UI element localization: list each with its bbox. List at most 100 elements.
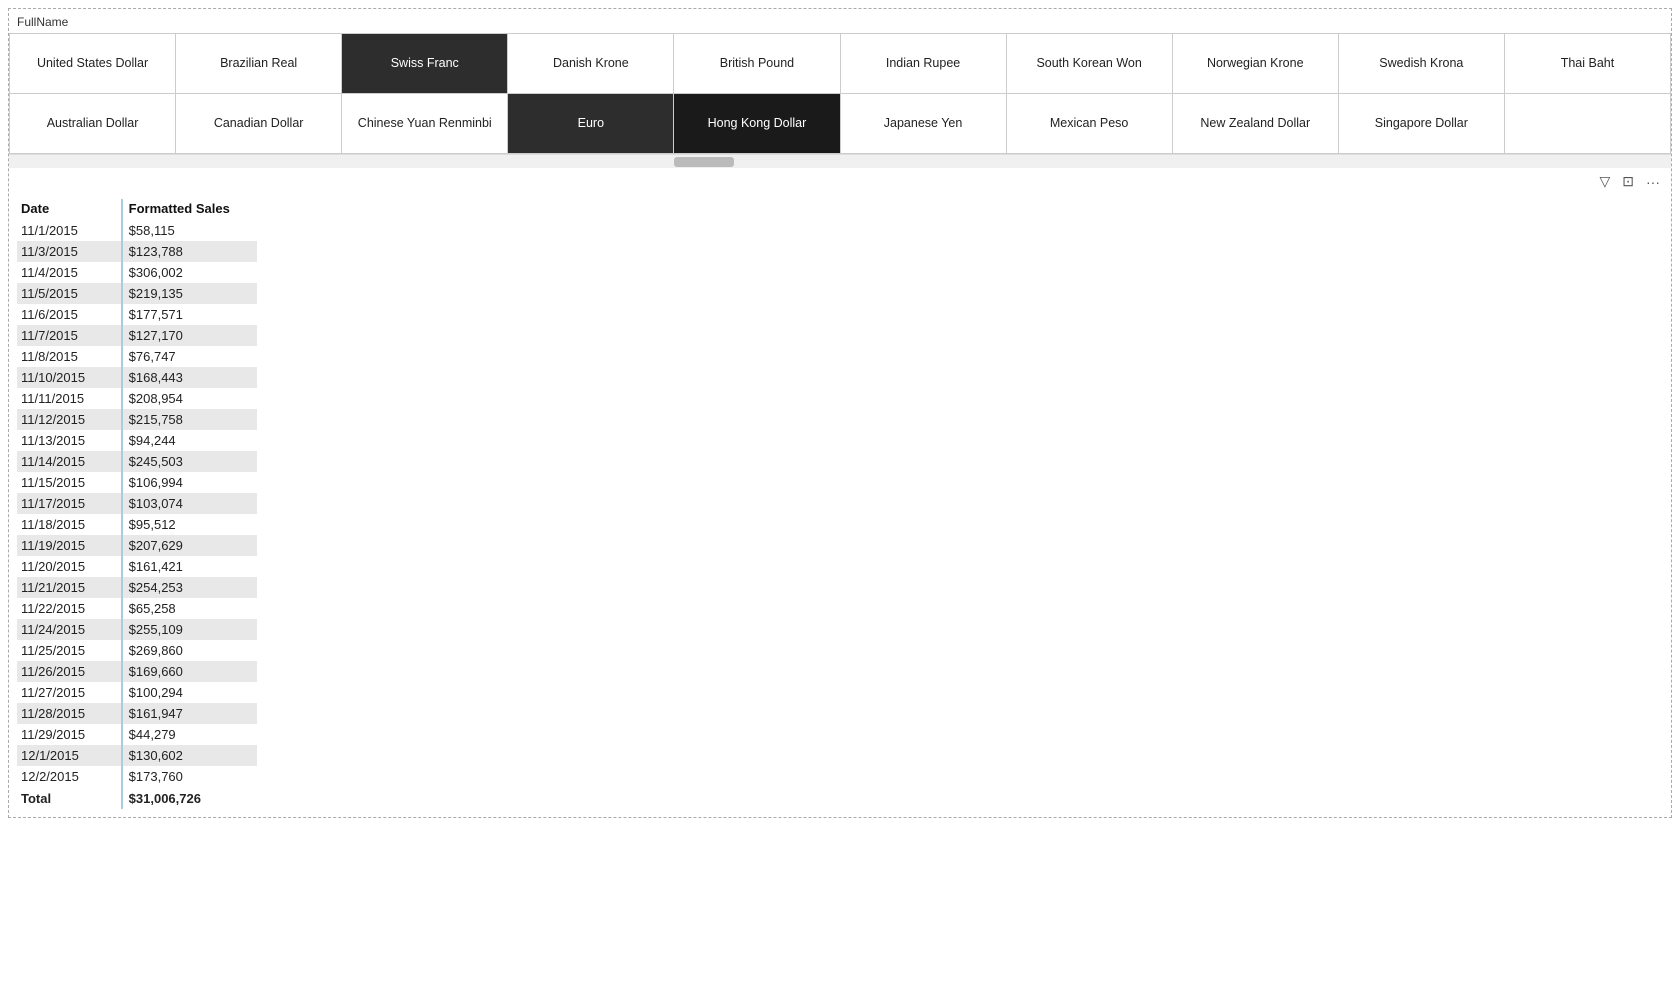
- cell-date: 12/1/2015: [17, 745, 122, 766]
- cell-date: 11/8/2015: [17, 346, 122, 367]
- currency-cell-british-pound[interactable]: British Pound: [674, 34, 840, 94]
- total-value: $31,006,726: [122, 787, 257, 809]
- cell-date: 11/4/2015: [17, 262, 122, 283]
- cell-date: 11/11/2015: [17, 388, 122, 409]
- table-row: 11/29/2015$44,279: [17, 724, 257, 745]
- col-sales-header: Formatted Sales: [122, 199, 257, 220]
- cell-sales: $65,258: [122, 598, 257, 619]
- full-name-label: FullName: [9, 13, 1671, 33]
- currency-cell-thai-baht[interactable]: Thai Baht: [1505, 34, 1671, 94]
- cell-sales: $95,512: [122, 514, 257, 535]
- outer-container: FullName United States DollarBrazilian R…: [8, 8, 1672, 818]
- cell-date: 11/28/2015: [17, 703, 122, 724]
- currency-cell-united-states-dollar[interactable]: United States Dollar: [10, 34, 176, 94]
- cell-sales: $245,503: [122, 451, 257, 472]
- cell-sales: $161,947: [122, 703, 257, 724]
- table-row: 11/5/2015$219,135: [17, 283, 257, 304]
- table-row: 11/3/2015$123,788: [17, 241, 257, 262]
- table-row: 11/10/2015$168,443: [17, 367, 257, 388]
- cell-sales: $103,074: [122, 493, 257, 514]
- cell-date: 11/18/2015: [17, 514, 122, 535]
- table-row: 11/8/2015$76,747: [17, 346, 257, 367]
- cell-date: 11/20/2015: [17, 556, 122, 577]
- table-row: 11/21/2015$254,253: [17, 577, 257, 598]
- currency-cell-canadian-dollar[interactable]: Canadian Dollar: [176, 94, 342, 154]
- cell-date: 11/29/2015: [17, 724, 122, 745]
- cell-date: 11/10/2015: [17, 367, 122, 388]
- currency-cell-hong-kong-dollar[interactable]: Hong Kong Dollar: [674, 94, 840, 154]
- cell-date: 11/6/2015: [17, 304, 122, 325]
- currency-cell-chinese-yuan-renminbi[interactable]: Chinese Yuan Renminbi: [342, 94, 508, 154]
- table-row: 11/13/2015$94,244: [17, 430, 257, 451]
- cell-sales: $130,602: [122, 745, 257, 766]
- table-row: 11/6/2015$177,571: [17, 304, 257, 325]
- currency-cell-euro[interactable]: Euro: [508, 94, 674, 154]
- currency-grid: United States DollarBrazilian RealSwiss …: [9, 33, 1671, 154]
- cell-sales: $177,571: [122, 304, 257, 325]
- cell-sales: $44,279: [122, 724, 257, 745]
- currency-cell-swedish-krona[interactable]: Swedish Krona: [1339, 34, 1505, 94]
- table-row: 11/26/2015$169,660: [17, 661, 257, 682]
- currency-cell-brazilian-real[interactable]: Brazilian Real: [176, 34, 342, 94]
- cell-date: 11/22/2015: [17, 598, 122, 619]
- cell-date: 11/26/2015: [17, 661, 122, 682]
- table-row: 11/18/2015$95,512: [17, 514, 257, 535]
- currency-cell-japanese-yen[interactable]: Japanese Yen: [841, 94, 1007, 154]
- cell-date: 11/12/2015: [17, 409, 122, 430]
- cell-sales: $106,994: [122, 472, 257, 493]
- cell-date: 11/27/2015: [17, 682, 122, 703]
- cell-date: 12/2/2015: [17, 766, 122, 787]
- currency-cell-empty-9: [1505, 94, 1671, 154]
- currency-cell-south-korean-won[interactable]: South Korean Won: [1007, 34, 1173, 94]
- currency-cell-norwegian-krone[interactable]: Norwegian Krone: [1173, 34, 1339, 94]
- toolbar-row: ▽ ⊡ ···: [9, 168, 1671, 195]
- currency-cell-singapore-dollar[interactable]: Singapore Dollar: [1339, 94, 1505, 154]
- table-row: 11/20/2015$161,421: [17, 556, 257, 577]
- cell-sales: $269,860: [122, 640, 257, 661]
- cell-date: 11/14/2015: [17, 451, 122, 472]
- table-header-row: Date Formatted Sales: [17, 199, 257, 220]
- scrollbar-thumb[interactable]: [674, 157, 734, 167]
- cell-date: 11/17/2015: [17, 493, 122, 514]
- currency-cell-mexican-peso[interactable]: Mexican Peso: [1007, 94, 1173, 154]
- cell-sales: $207,629: [122, 535, 257, 556]
- table-row: 11/17/2015$103,074: [17, 493, 257, 514]
- table-body: 11/1/2015$58,11511/3/2015$123,78811/4/20…: [17, 220, 257, 787]
- cell-sales: $169,660: [122, 661, 257, 682]
- cell-sales: $173,760: [122, 766, 257, 787]
- cell-date: 11/25/2015: [17, 640, 122, 661]
- table-row: 11/22/2015$65,258: [17, 598, 257, 619]
- cell-date: 11/15/2015: [17, 472, 122, 493]
- horizontal-scrollbar[interactable]: [9, 154, 1671, 168]
- table-row: 11/14/2015$245,503: [17, 451, 257, 472]
- currency-cell-australian-dollar[interactable]: Australian Dollar: [10, 94, 176, 154]
- table-row: 11/27/2015$100,294: [17, 682, 257, 703]
- cell-date: 11/1/2015: [17, 220, 122, 241]
- table-row: 11/28/2015$161,947: [17, 703, 257, 724]
- cell-sales: $58,115: [122, 220, 257, 241]
- table-row: 11/7/2015$127,170: [17, 325, 257, 346]
- table-row: 11/1/2015$58,115: [17, 220, 257, 241]
- table-row: 11/24/2015$255,109: [17, 619, 257, 640]
- cell-sales: $161,421: [122, 556, 257, 577]
- total-label: Total: [17, 787, 122, 809]
- table-row: 11/19/2015$207,629: [17, 535, 257, 556]
- cell-date: 11/21/2015: [17, 577, 122, 598]
- cell-sales: $255,109: [122, 619, 257, 640]
- cell-date: 11/7/2015: [17, 325, 122, 346]
- currency-cell-danish-krone[interactable]: Danish Krone: [508, 34, 674, 94]
- cell-sales: $219,135: [122, 283, 257, 304]
- col-date-header: Date: [17, 199, 122, 220]
- table-row: 11/11/2015$208,954: [17, 388, 257, 409]
- cell-sales: $123,788: [122, 241, 257, 262]
- table-row: 11/12/2015$215,758: [17, 409, 257, 430]
- more-icon[interactable]: ···: [1643, 172, 1663, 192]
- cell-date: 11/13/2015: [17, 430, 122, 451]
- currency-cell-indian-rupee[interactable]: Indian Rupee: [841, 34, 1007, 94]
- export-icon[interactable]: ⊡: [1619, 171, 1637, 192]
- cell-sales: $94,244: [122, 430, 257, 451]
- currency-cell-swiss-franc[interactable]: Swiss Franc: [342, 34, 508, 94]
- currency-cell-new-zealand-dollar[interactable]: New Zealand Dollar: [1173, 94, 1339, 154]
- table-row: 12/1/2015$130,602: [17, 745, 257, 766]
- filter-icon[interactable]: ▽: [1596, 171, 1613, 192]
